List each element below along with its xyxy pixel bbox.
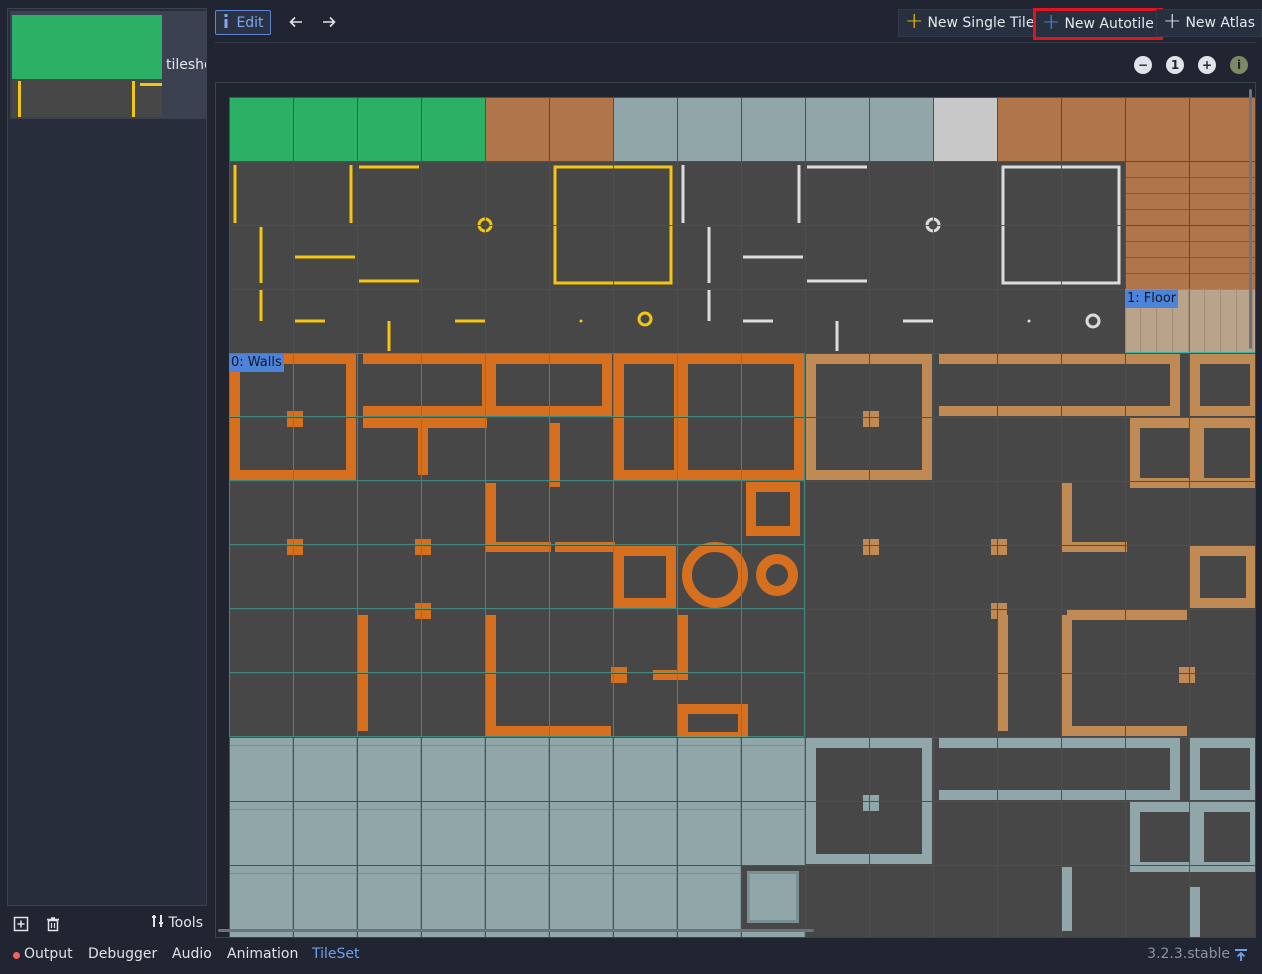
new-autotile-button[interactable]: + New Autotile — [1033, 8, 1163, 40]
tab-output[interactable]: Output — [24, 946, 73, 962]
texture-item-tilesheet[interactable]: tileshe — [10, 11, 206, 119]
add-texture-icon[interactable] — [12, 915, 30, 933]
tileset-image[interactable]: 0: Walls 1: Floor — [229, 97, 1255, 937]
expand-panel-icon[interactable] — [1234, 948, 1248, 962]
arrow-left-icon[interactable] — [285, 11, 307, 33]
stone-tiles — [613, 97, 933, 161]
new-single-tile-button[interactable]: + New Single Tile — [898, 9, 1042, 37]
dirt-tiles — [997, 97, 1255, 161]
info-icon[interactable]: i — [1230, 56, 1248, 74]
texture-thumbnail — [12, 15, 162, 117]
tab-audio[interactable]: Audio — [172, 946, 212, 962]
arrow-right-icon[interactable] — [318, 11, 340, 33]
new-single-tile-label: New Single Tile — [927, 15, 1035, 31]
tab-tileset[interactable]: TileSet — [312, 946, 360, 962]
plus-icon: + — [1163, 9, 1182, 34]
floor-region-label: 1: Floor — [1125, 290, 1179, 308]
divider — [215, 42, 1256, 43]
stone-wall-tiles — [229, 737, 805, 937]
stone-square-tile — [741, 865, 805, 929]
texture-toolbar: Tools — [7, 910, 207, 938]
bottom-panel-bar: Output Debugger Audio Animation TileSet … — [0, 940, 1262, 974]
version-label: 3.2.3.stable — [1147, 946, 1230, 962]
new-atlas-label: New Atlas — [1185, 15, 1256, 31]
zoom-reset-label: 1 — [1170, 58, 1180, 72]
tools-icon — [151, 914, 165, 932]
white-line-tiles — [681, 165, 1121, 351]
yellow-ring-tile — [637, 311, 653, 327]
tab-debugger[interactable]: Debugger — [88, 946, 157, 962]
edit-label: Edit — [236, 14, 264, 31]
trash-icon[interactable] — [44, 915, 62, 933]
plus-icon: + — [1042, 10, 1061, 35]
zoom-controls: − 1 + i — [1134, 55, 1248, 75]
zoom-in-icon[interactable]: + — [1198, 56, 1216, 74]
edit-icon — [222, 13, 230, 32]
tools-label: Tools — [168, 915, 204, 931]
light-stone-tile — [933, 97, 997, 161]
vertical-scrollbar[interactable] — [1249, 89, 1252, 349]
tileset-toolbar: Edit + New Single Tile + New Autotile + … — [212, 6, 1262, 40]
tileset-canvas[interactable]: 0: Walls 1: Floor — [215, 82, 1256, 938]
zoom-out-icon[interactable]: − — [1134, 56, 1152, 74]
texture-name: tileshe — [166, 57, 206, 73]
error-dot-icon — [13, 952, 20, 959]
texture-panel: tileshe Tools — [0, 0, 212, 940]
plus-icon: + — [905, 9, 924, 34]
horizontal-scrollbar[interactable] — [218, 929, 814, 932]
texture-list[interactable]: tileshe — [7, 8, 207, 906]
tab-animation[interactable]: Animation — [227, 946, 298, 962]
new-autotile-label: New Autotile — [1064, 16, 1154, 32]
tools-button[interactable]: Tools — [151, 914, 204, 932]
edit-button[interactable]: Edit — [215, 10, 271, 35]
zoom-reset-button[interactable]: 1 — [1166, 56, 1184, 74]
walls-region-label: 0: Walls — [229, 354, 284, 372]
new-atlas-button[interactable]: + New Atlas — [1156, 9, 1262, 37]
walls-region[interactable] — [229, 353, 805, 737]
